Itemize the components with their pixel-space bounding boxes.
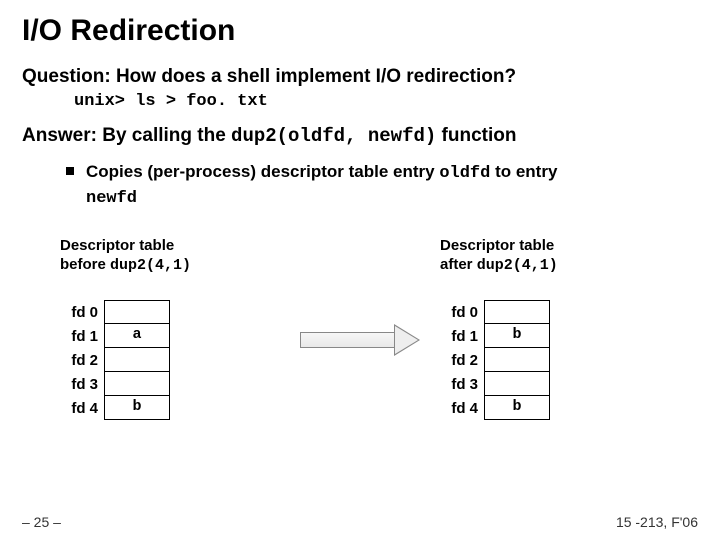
shell-command: unix> ls > foo. txt <box>74 92 698 111</box>
fd-label: fd 4 <box>446 400 484 417</box>
question-text: Question: How does a shell implement I/O… <box>22 66 698 88</box>
bullet-text: Copies (per-process) descriptor table en… <box>86 161 557 211</box>
before-table-block: Descriptor table before dup2(4,1) fd 0 f… <box>60 237 280 421</box>
tables-area: Descriptor table before dup2(4,1) fd 0 f… <box>22 237 698 421</box>
bullet-code2: newfd <box>86 189 137 208</box>
fd-cell: b <box>484 396 550 420</box>
fd-cell: b <box>484 324 550 348</box>
after-table: fd 0 fd 1 b fd 2 fd 3 fd 4 b <box>446 300 660 420</box>
table-row: fd 3 <box>446 372 660 396</box>
table-row: fd 3 <box>66 372 280 396</box>
answer-text: Answer: By calling the dup2(oldfd, newfd… <box>22 125 698 147</box>
after-caption-l2a: after <box>440 256 477 273</box>
before-caption-l1: Descriptor table <box>60 237 174 254</box>
fd-label: fd 3 <box>66 376 104 393</box>
after-caption-l1: Descriptor table <box>440 237 554 254</box>
bullet-part2: to entry <box>490 162 557 181</box>
fd-cell <box>104 300 170 324</box>
table-row: fd 1 b <box>446 324 660 348</box>
table-row: fd 0 <box>66 300 280 324</box>
before-caption-l2b: dup2(4,1) <box>110 257 191 274</box>
arrow-container <box>280 327 440 353</box>
fd-label: fd 1 <box>66 328 104 345</box>
bullet-square-icon <box>66 167 74 175</box>
slide-title: I/O Redirection <box>22 14 698 48</box>
fd-cell <box>104 348 170 372</box>
fd-label: fd 2 <box>66 352 104 369</box>
table-row: fd 2 <box>446 348 660 372</box>
fd-cell <box>484 300 550 324</box>
table-row: fd 4 b <box>66 396 280 420</box>
after-table-block: Descriptor table after dup2(4,1) fd 0 fd… <box>440 237 660 421</box>
fd-label: fd 1 <box>446 328 484 345</box>
after-caption-l2b: dup2(4,1) <box>477 257 558 274</box>
fd-label: fd 2 <box>446 352 484 369</box>
answer-code: dup2(oldfd, newfd) <box>231 125 436 147</box>
before-caption: Descriptor table before dup2(4,1) <box>60 237 280 276</box>
course-tag: 15 -213, F'06 <box>616 514 698 530</box>
bullet-code1: oldfd <box>439 164 490 183</box>
table-row: fd 1 a <box>66 324 280 348</box>
arrow-right-icon <box>300 327 420 353</box>
table-row: fd 2 <box>66 348 280 372</box>
page-number: – 25 – <box>22 514 61 530</box>
bullet-part1: Copies (per-process) descriptor table en… <box>86 162 439 181</box>
table-row: fd 0 <box>446 300 660 324</box>
footer: – 25 – 15 -213, F'06 <box>22 514 698 530</box>
fd-cell <box>484 348 550 372</box>
fd-label: fd 3 <box>446 376 484 393</box>
after-caption: Descriptor table after dup2(4,1) <box>440 237 660 276</box>
fd-cell <box>484 372 550 396</box>
fd-cell <box>104 372 170 396</box>
before-table: fd 0 fd 1 a fd 2 fd 3 fd 4 b <box>66 300 280 420</box>
before-caption-l2a: before <box>60 256 110 273</box>
answer-suffix: function <box>436 125 516 146</box>
table-row: fd 4 b <box>446 396 660 420</box>
answer-prefix: Answer: By calling the <box>22 125 231 146</box>
fd-label: fd 0 <box>66 304 104 321</box>
bullet-item: Copies (per-process) descriptor table en… <box>66 161 698 211</box>
fd-label: fd 0 <box>446 304 484 321</box>
fd-cell: b <box>104 396 170 420</box>
fd-cell: a <box>104 324 170 348</box>
fd-label: fd 4 <box>66 400 104 417</box>
